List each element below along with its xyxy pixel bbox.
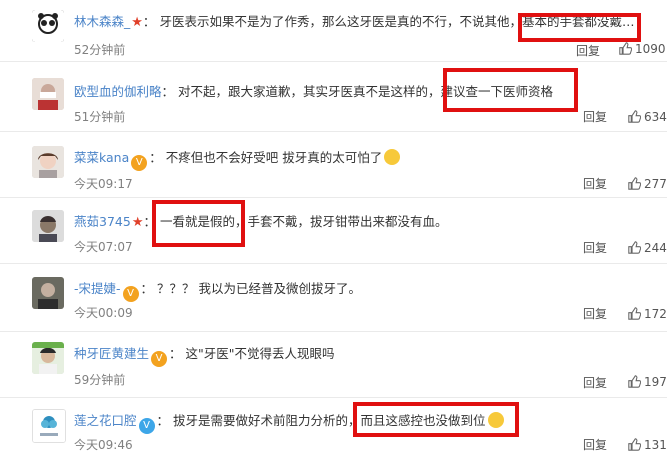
comment-time: 59分钟前 xyxy=(74,373,126,387)
comment-item: 菜菜kana V：不疼但也不会好受吧 拔牙真的太可怕了 今天09:17 回复 27… xyxy=(0,132,667,198)
like-count: 634 xyxy=(644,110,667,124)
comment-item: 燕茹3745★： 一看就是假的，手套不戴，拔牙钳带出来都没有血。 今天07:07 … xyxy=(0,198,667,264)
avatar[interactable] xyxy=(32,342,64,374)
username-link[interactable]: 菜菜kana xyxy=(74,150,129,165)
avatar[interactable] xyxy=(32,277,64,309)
thumbs-up-icon xyxy=(628,241,641,254)
like-count: 1090 xyxy=(635,42,666,56)
thumbs-up-icon xyxy=(628,110,641,123)
reply-button[interactable]: 回复 xyxy=(583,239,607,256)
comment-highlight: 基本的手套都没戴 xyxy=(521,14,622,29)
comment-time: 今天09:46 xyxy=(74,438,133,452)
username-link[interactable]: 林木森森_ xyxy=(74,14,130,29)
person-avatar-icon xyxy=(32,277,64,309)
clinic-logo-icon xyxy=(33,410,65,442)
comment-item: 欧型血的伽利略： 对不起，跟大家道歉，其实牙医真不是这样的，建议查一下医师资格 5… xyxy=(0,62,667,132)
thumbs-up-icon xyxy=(619,42,632,55)
comment-highlight: 一看就是假的 xyxy=(159,214,235,229)
comment-item: 林木森森_★： 牙医表示如果不是为了作秀，那么这牙医是真的不行，不说其他，基本的手… xyxy=(0,0,667,62)
like-button[interactable]: 634 xyxy=(628,110,667,124)
avatar[interactable] xyxy=(32,210,64,242)
like-count: 244 xyxy=(644,241,667,255)
comment-text: 对不起，跟大家道歉，其实牙医真不是这样的， xyxy=(178,84,441,99)
username-link[interactable]: -宋提婕- xyxy=(74,281,121,296)
star-icon: ★ xyxy=(131,215,144,230)
comment-line: 莲之花口腔 V：拔牙是需要做好术前阻力分析的，而且这感控也没做到位 xyxy=(74,411,504,434)
username-link[interactable]: 欧型血的伽利略 xyxy=(74,84,162,99)
comment-line: 林木森森_★： 牙医表示如果不是为了作秀，那么这牙医是真的不行，不说其他，基本的手… xyxy=(74,14,635,30)
like-button[interactable]: 197 xyxy=(628,375,667,389)
comment-time: 51分钟前 xyxy=(74,110,126,124)
verified-badge-icon: V xyxy=(131,155,148,171)
like-count: 131 xyxy=(644,438,667,452)
comment-highlight: 而且这感控也没做到位 xyxy=(360,413,486,428)
avatar[interactable] xyxy=(32,146,64,178)
star-icon: ★ xyxy=(131,15,143,30)
like-count: 197 xyxy=(644,375,667,389)
comment-text: 这"牙医"不觉得丢人现眼吗 xyxy=(185,346,335,361)
thumbs-up-icon xyxy=(628,438,641,451)
comment-text: 拔牙是需要做好术前阻力分析的， xyxy=(173,413,361,428)
like-button[interactable]: 131 xyxy=(628,438,667,452)
comment-highlight: 建议查一下医师资格 xyxy=(440,84,554,99)
worried-emoji-icon xyxy=(487,412,504,428)
like-count: 277 xyxy=(644,177,667,191)
reply-button[interactable]: 回复 xyxy=(576,42,600,59)
comment-line: 种牙匠黄建生 V：这"牙医"不觉得丢人现眼吗 xyxy=(74,344,335,367)
comment-item: 种牙匠黄建生 V：这"牙医"不觉得丢人现眼吗 59分钟前 回复 197 xyxy=(0,332,667,398)
comment-item: 莲之花口腔 V：拔牙是需要做好术前阻力分析的，而且这感控也没做到位 今天09:46… xyxy=(0,398,667,458)
comment-line: -宋提婕- V：？？？ 我以为已经普及微创拔牙了。 xyxy=(74,279,361,302)
reply-button[interactable]: 回复 xyxy=(583,108,607,125)
girl-avatar-icon xyxy=(32,146,64,178)
person-avatar-icon xyxy=(32,342,64,374)
comment-line: 欧型血的伽利略： 对不起，跟大家道歉，其实牙医真不是这样的，建议查一下医师资格 xyxy=(74,84,554,99)
comment-text-tail: … xyxy=(621,14,635,29)
reply-button[interactable]: 回复 xyxy=(583,374,607,391)
comment-text-tail: ，手套不戴，拔牙钳带出来都没有血。 xyxy=(235,214,448,229)
username-link[interactable]: 种牙匠黄建生 xyxy=(74,346,149,361)
comment-time: 今天07:07 xyxy=(74,240,133,254)
reply-button[interactable]: 回复 xyxy=(583,175,607,192)
comment-time: 今天09:17 xyxy=(74,177,133,191)
verified-badge-icon: V xyxy=(122,286,139,302)
comment-line: 燕茹3745★： 一看就是假的，手套不戴，拔牙钳带出来都没有血。 xyxy=(74,214,448,230)
like-button[interactable]: 172 xyxy=(628,307,667,321)
panda-avatar-icon xyxy=(32,10,64,42)
comment-time: 52分钟前 xyxy=(74,43,126,57)
thumbs-up-icon xyxy=(628,307,641,320)
avatar[interactable] xyxy=(32,10,64,42)
reply-button[interactable]: 回复 xyxy=(583,305,607,322)
username-link[interactable]: 燕茹3745 xyxy=(74,214,131,229)
sweat-emoji-icon xyxy=(384,149,401,165)
thumbs-up-icon xyxy=(628,177,641,190)
username-link[interactable]: 莲之花口腔 xyxy=(74,413,137,428)
like-button[interactable]: 277 xyxy=(628,177,667,191)
comment-time: 今天00:09 xyxy=(74,306,133,320)
comment-text: 牙医表示如果不是为了作秀，那么这牙医是真的不行，不说其他， xyxy=(159,14,522,29)
like-button[interactable]: 1090 xyxy=(619,42,666,56)
avatar[interactable] xyxy=(32,78,64,110)
avatar[interactable] xyxy=(32,409,66,443)
verified-badge-icon: V xyxy=(151,351,168,367)
person-avatar-icon xyxy=(32,78,64,110)
like-button[interactable]: 244 xyxy=(628,241,667,255)
thumbs-up-icon xyxy=(628,375,641,388)
like-count: 172 xyxy=(644,307,667,321)
person-avatar-icon xyxy=(32,210,64,242)
comment-text: ？？？ 我以为已经普及微创拔牙了。 xyxy=(157,281,362,296)
comment-line: 菜菜kana V：不疼但也不会好受吧 拔牙真的太可怕了 xyxy=(74,148,401,171)
verified-badge-icon: V xyxy=(138,418,155,434)
comment-text: 不疼但也不会好受吧 拔牙真的太可怕了 xyxy=(165,150,383,165)
comment-item: -宋提婕- V：？？？ 我以为已经普及微创拔牙了。 今天00:09 回复 172 xyxy=(0,264,667,332)
reply-button[interactable]: 回复 xyxy=(583,436,607,453)
